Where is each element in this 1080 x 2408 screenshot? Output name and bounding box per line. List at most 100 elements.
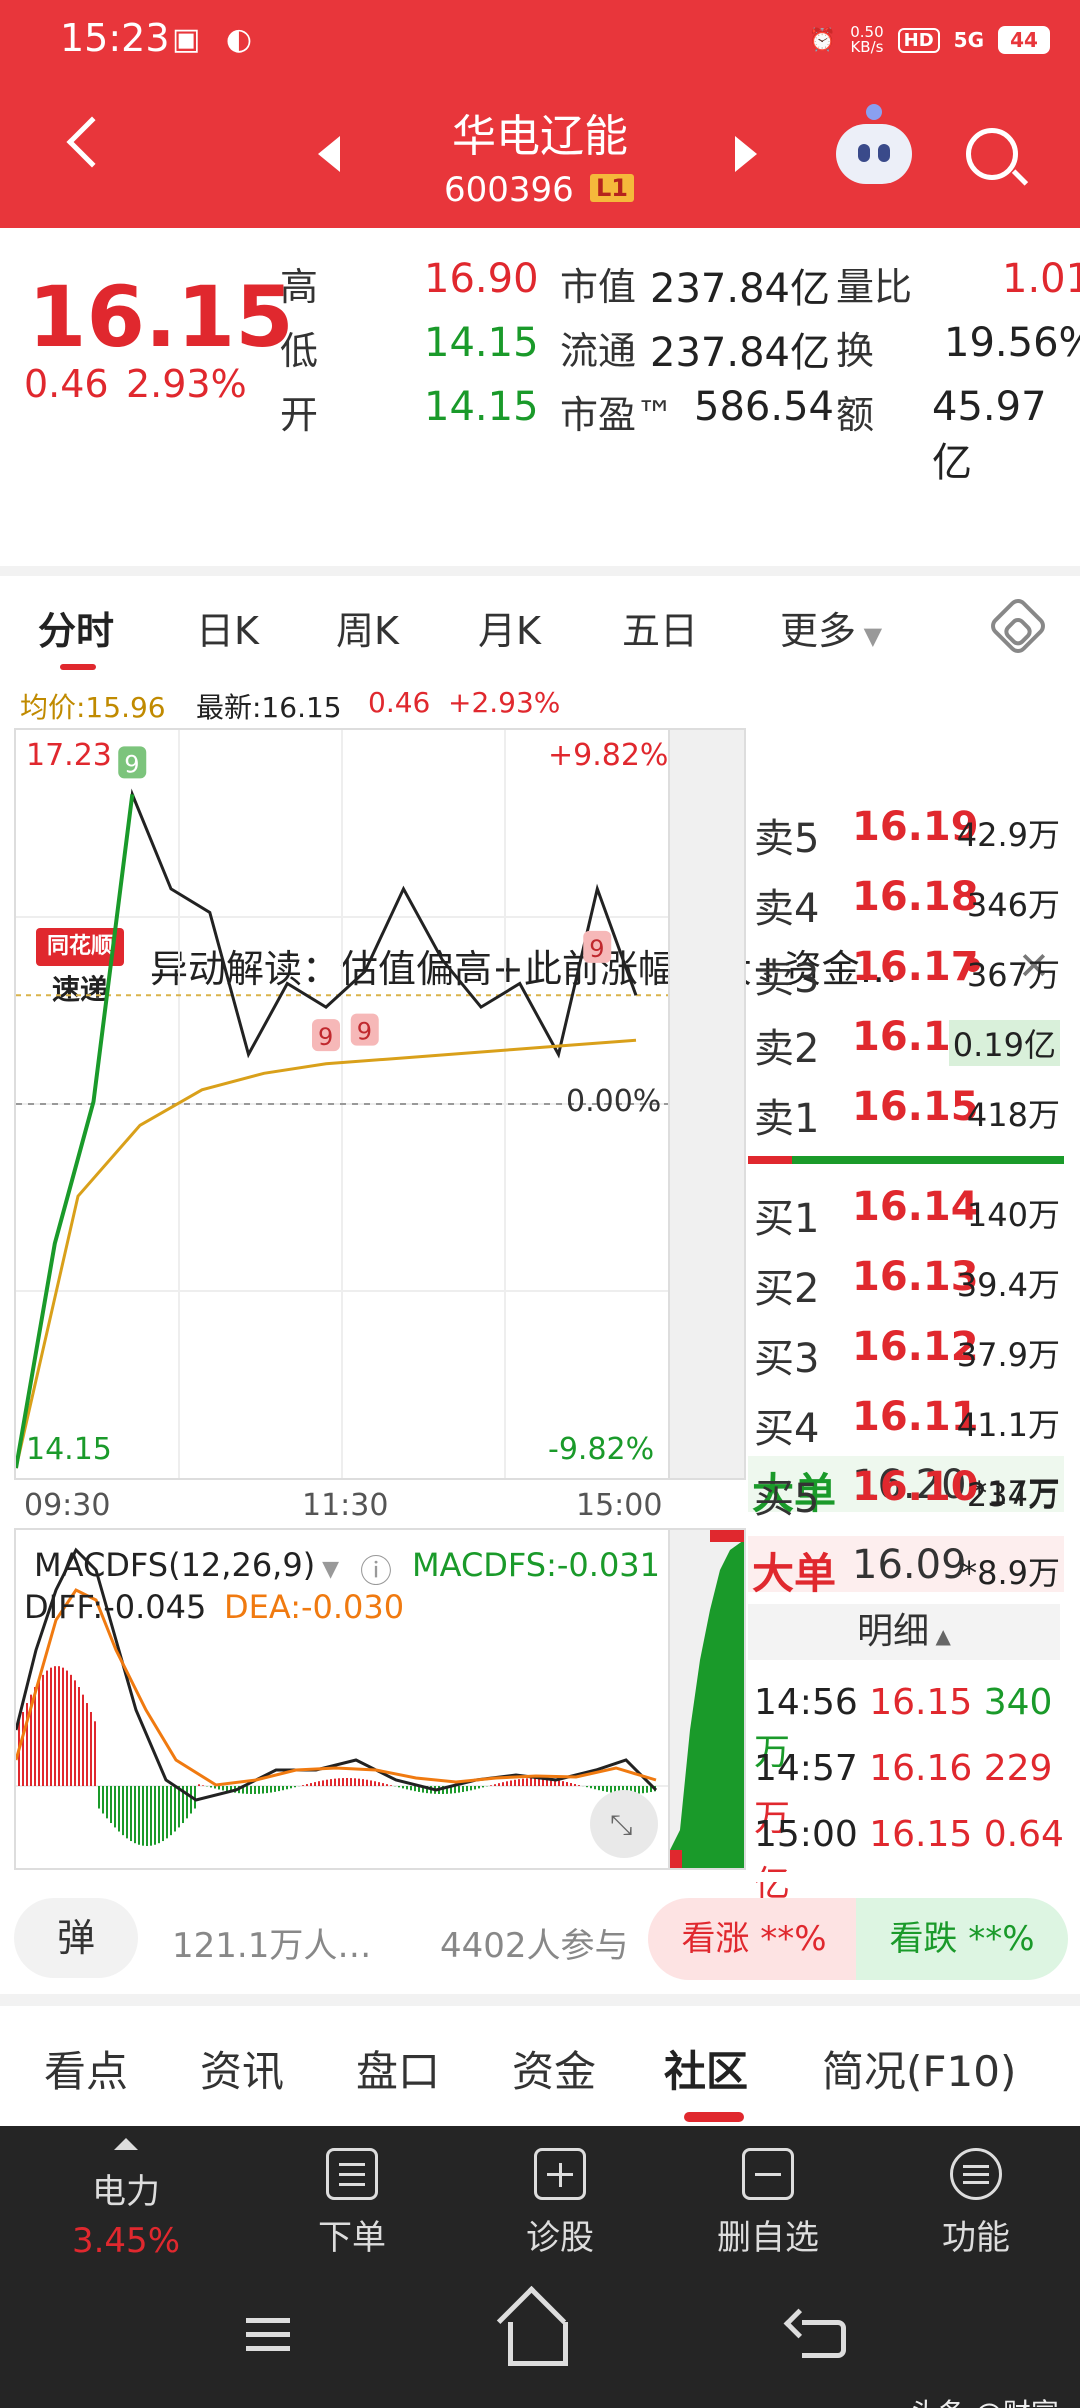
detail-header[interactable]: 明细 ▲	[748, 1604, 1060, 1660]
status-right: ⏰ 0.50 KB/s HD 5G 44	[809, 18, 1050, 62]
diagnose-button[interactable]: 诊股	[490, 2148, 630, 2259]
macd-bar	[118, 1786, 120, 1832]
macd-bar	[642, 1786, 644, 1794]
top-pct-label: +9.82%	[548, 738, 669, 773]
tab-more[interactable]: 更多 ▼	[780, 600, 882, 655]
macd-bar	[490, 1785, 492, 1786]
zero-pct-label: 0.00%	[566, 1084, 662, 1119]
barrage-button[interactable]: 弹	[14, 1898, 138, 1978]
menu-nav-icon[interactable]	[246, 2318, 290, 2360]
vote-up-button[interactable]: 看涨 **%	[648, 1898, 860, 1980]
dea-value: DEA:-0.030	[224, 1588, 405, 1626]
bid-row-5[interactable]: 买5 16.10 234万	[748, 1456, 1064, 1524]
open-value: 14.15	[424, 384, 539, 430]
big-order-bottom[interactable]: 大单 16.09 *8.9万	[748, 1536, 1064, 1598]
detail-time: 14:56	[754, 1682, 870, 1723]
ask-row-5[interactable]: 卖1 16.15 418万	[748, 1076, 1064, 1144]
macd-bar	[526, 1778, 528, 1786]
ask-row-2[interactable]: 卖4 16.18 346万	[748, 866, 1064, 934]
open-label: 开	[280, 393, 319, 437]
current-price: 16.15	[28, 268, 294, 366]
spacer	[0, 1872, 1080, 1882]
bid-row-2[interactable]: 买2 16.13 39.4万	[748, 1246, 1064, 1314]
macd-bar	[358, 1778, 360, 1786]
price-line	[16, 788, 638, 1469]
settings-icon[interactable]	[986, 594, 1050, 658]
tab-five-day[interactable]: 五日	[622, 600, 698, 655]
macd-bar	[494, 1784, 496, 1786]
status-bar: 15:23 ▣ ◐ ⏰ 0.50 KB/s HD 5G 44	[0, 0, 1080, 80]
macd-bar	[66, 1670, 68, 1786]
macd-bar	[250, 1786, 252, 1794]
ask-row-3[interactable]: 卖3 16.17 367万	[748, 936, 1064, 1004]
macd-bar	[274, 1786, 276, 1792]
macd-name[interactable]: MACDFS(12,26,9) ▼	[34, 1546, 339, 1584]
macd-bar	[374, 1781, 376, 1786]
robot-assistant-icon[interactable]	[836, 104, 912, 184]
macd-bar	[266, 1786, 268, 1794]
low-label: 低	[280, 329, 319, 373]
latest-change: 0.46	[368, 686, 431, 719]
macd-bar	[590, 1786, 592, 1789]
macd-bar	[362, 1779, 364, 1786]
macd-bar	[534, 1778, 536, 1786]
tab-community[interactable]: 社区	[664, 2038, 748, 2099]
sell-ratio	[792, 1156, 1064, 1164]
signal-marker-label: 9	[124, 750, 139, 778]
macd-bar	[186, 1786, 188, 1819]
help-icon[interactable]: ⓘ	[360, 1546, 392, 1592]
tab-intraday[interactable]: 分时	[38, 600, 114, 655]
macd-bar	[574, 1784, 576, 1786]
detail-price: 16.15	[869, 1682, 984, 1723]
tab-f10[interactable]: 简况(F10)	[822, 2038, 1016, 2099]
tab-market[interactable]: 盘口	[356, 2038, 440, 2099]
next-stock-icon[interactable]	[735, 136, 757, 172]
remove-watchlist-button[interactable]: 删自选	[698, 2148, 838, 2259]
expand-button[interactable]: ⤡	[590, 1790, 658, 1858]
order-volume: 418万	[966, 1096, 1060, 1134]
tab-monthly-k[interactable]: 月K	[478, 600, 541, 655]
order-button[interactable]: 下单	[282, 2148, 422, 2259]
macd-bar	[566, 1782, 568, 1786]
macd-bar	[522, 1778, 524, 1786]
macd-bar	[594, 1786, 596, 1790]
macd-bar	[34, 1687, 36, 1786]
macd-bar	[74, 1680, 76, 1786]
macd-bar	[38, 1680, 40, 1786]
divider	[0, 1994, 1080, 2006]
macd-bar	[174, 1786, 176, 1832]
ask-row-1[interactable]: 卖5 16.19 42.9万	[748, 796, 1064, 864]
bid-row-3[interactable]: 买3 16.12 37.9万	[748, 1316, 1064, 1384]
signal-icon: 5G	[953, 28, 984, 52]
function-button[interactable]: 功能	[906, 2148, 1046, 2259]
macd-bar	[562, 1781, 564, 1786]
vol-ratio-label: 量比	[836, 265, 913, 309]
amount-label: 额	[836, 393, 875, 437]
macd-bar	[210, 1786, 212, 1788]
bid-row-1[interactable]: 买1 16.14 140万	[748, 1176, 1064, 1244]
search-icon[interactable]	[966, 128, 1018, 180]
macd-bar	[278, 1786, 280, 1792]
vote-down-button[interactable]: 看跌 **%	[856, 1898, 1068, 1980]
high-label: 高	[280, 265, 319, 309]
ask-row-4[interactable]: 卖2 16.16 0.19亿	[748, 1006, 1064, 1074]
sector-button[interactable]: 电力 3.45%	[56, 2138, 196, 2261]
low-value: 14.15	[424, 320, 539, 366]
time-end: 15:00	[576, 1488, 663, 1523]
alert-bar[interactable]: 同花顺 速递 异动解读：估值偏高+此前涨幅较大+资金… ✕	[0, 456, 1080, 1006]
back-icon[interactable]	[802, 2320, 846, 2358]
order-volume: 42.9万	[956, 816, 1060, 854]
tab-weekly-k[interactable]: 周K	[336, 600, 399, 655]
tab-daily-k[interactable]: 日K	[196, 600, 259, 655]
tab-news[interactable]: 资讯	[200, 2038, 284, 2099]
macd-bar	[466, 1786, 468, 1792]
tab-highlights[interactable]: 看点	[44, 2038, 128, 2099]
macd-bar	[402, 1786, 404, 1789]
signal-marker-label: 9	[357, 1018, 372, 1046]
bid-row-4[interactable]: 买4 16.11 41.1万	[748, 1386, 1064, 1454]
tab-funds[interactable]: 资金	[512, 2038, 596, 2099]
macd-bar	[350, 1778, 352, 1786]
home-icon[interactable]	[508, 2322, 568, 2366]
macd-bar	[322, 1780, 324, 1786]
signal-marker-label: 9	[589, 935, 604, 963]
